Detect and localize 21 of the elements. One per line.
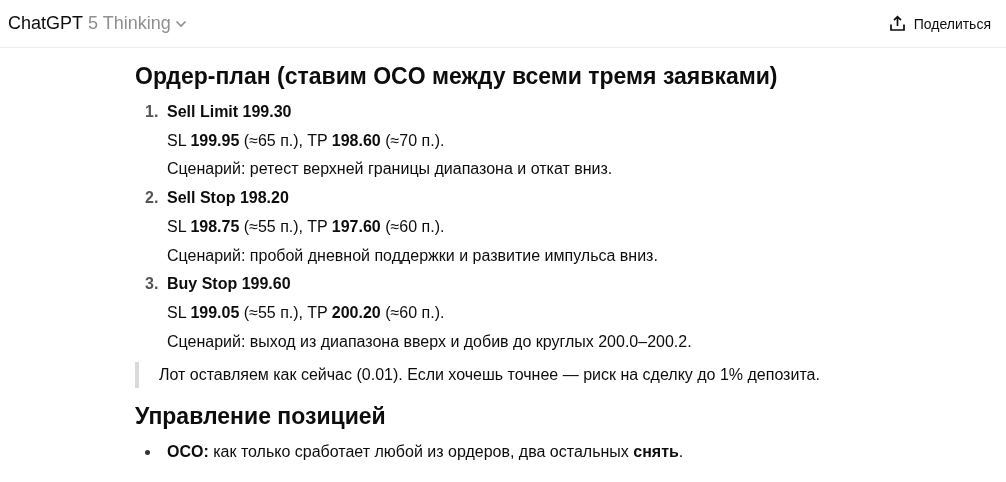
section-heading: Ордер-план (ставим OCO между всеми тремя заявками) (135, 62, 779, 91)
app-title: ChatGPT (8, 13, 84, 34)
quote-text: Лот оставляем как сейчас (0.01). Если хочешь точнее — риск на сделку до 1% депозита. (135, 362, 1006, 389)
share-icon (888, 15, 906, 32)
bullet-text: OCO: как только сработает любой из ордеров, два остальных снять. (167, 442, 685, 463)
order-detail: Сценарий: пробой дневной поддержки и развитие импульса вниз. (167, 245, 659, 266)
list-number: 3. (144, 274, 160, 295)
order-detail: SL 198.75 (≈55 п.), TP 197.60 (≈60 п.). (167, 216, 446, 237)
list-number: 2. (144, 188, 160, 209)
order-title: Sell Limit 199.30 (167, 102, 293, 122)
order-detail: SL 199.95 (≈65 п.), TP 198.60 (≈70 п.). (167, 130, 446, 151)
order-detail: SL 199.05 (≈55 п.), TP 200.20 (≈60 п.). (167, 302, 446, 323)
order-title: Sell Stop 198.20 (167, 188, 290, 209)
order-detail: Сценарий: ретест верхней границы диапазона и откат вниз. (167, 159, 614, 180)
section-heading: Управление позицией (135, 402, 387, 432)
bullet-icon (144, 450, 150, 456)
order-detail: Сценарий: выход из диапазона вверх и добив до круглых 200.0–200.2. (167, 331, 693, 352)
list-number: 1. (144, 102, 160, 122)
order-title: Buy Stop 199.60 (167, 274, 292, 295)
chevron-down-icon[interactable] (174, 19, 187, 28)
share-button[interactable]: Поделиться (888, 11, 991, 36)
